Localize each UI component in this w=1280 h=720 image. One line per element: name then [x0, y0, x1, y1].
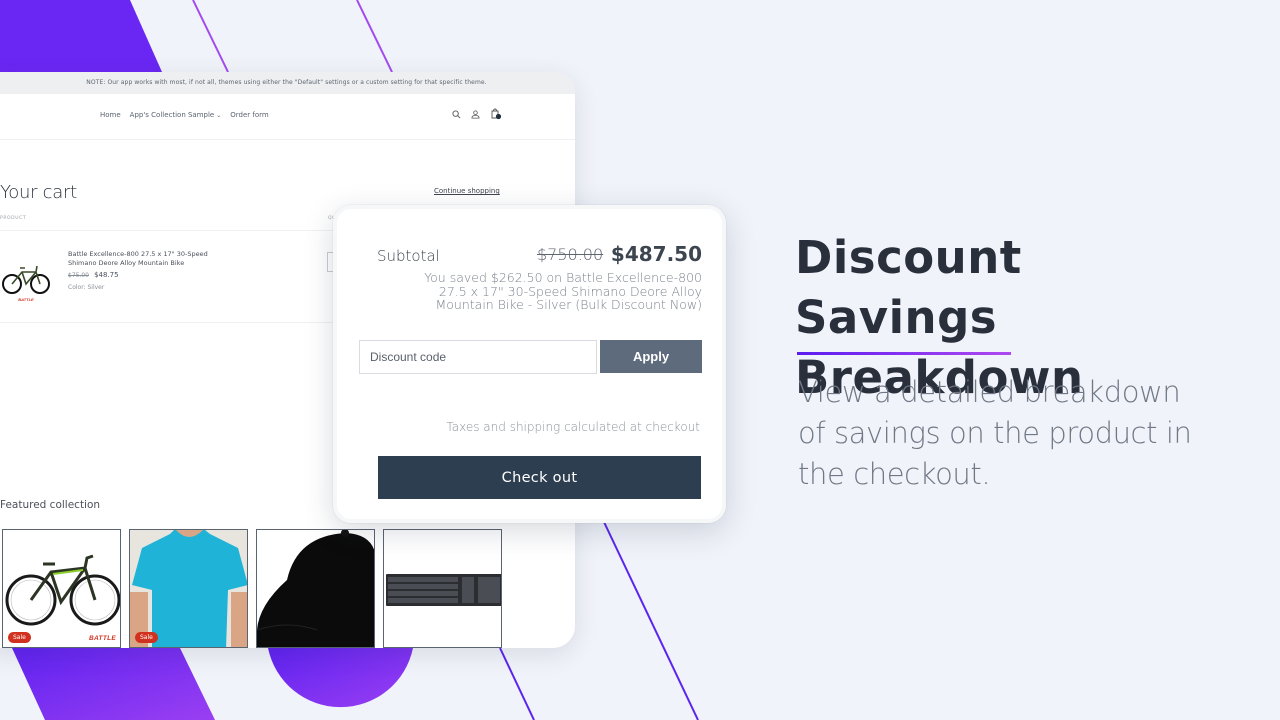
svg-text:BATTLE: BATTLE — [18, 297, 34, 302]
search-icon[interactable] — [452, 109, 461, 119]
featured-collection-title: Featured collection — [0, 499, 101, 511]
product-card-cap[interactable] — [256, 529, 375, 648]
cart-item-price: $48.75 — [94, 271, 119, 279]
product-card-tshirt[interactable]: Sale — [129, 529, 248, 648]
checkout-button[interactable]: Check out — [378, 456, 701, 499]
cart-item-details: Battle Excellence-800 27.5 x 17" 30-Spee… — [68, 250, 208, 292]
chevron-down-icon: ⌄ — [216, 112, 222, 119]
accent-line — [499, 647, 535, 720]
savings-note: You saved $262.50 on Battle Excellence-8… — [424, 270, 702, 312]
sale-badge: Sale — [8, 632, 31, 643]
cart-item-variant: Color: Silver — [68, 283, 105, 291]
cart-title: Your cart — [0, 182, 77, 203]
store-nav: Home App's Collection Sample ⌄ Order form — [0, 94, 575, 140]
purple-band-bottom — [12, 648, 215, 720]
cart-item-image[interactable]: BATTLE — [0, 252, 52, 304]
subtotal-popup: Subtotal $750.00 $487.50 You saved $262.… — [333, 205, 726, 523]
column-header-product: PRODUCT — [0, 216, 27, 221]
product-card-bike[interactable]: Sale BATTLE — [2, 529, 121, 648]
nav-link-collection[interactable]: App's Collection Sample ⌄ — [130, 111, 222, 119]
subtotal-label: Subtotal — [377, 247, 440, 265]
brand-logo: BATTLE — [89, 635, 116, 642]
nav-link-collection-label: App's Collection Sample — [129, 111, 215, 119]
cart-item-old-price: $75.00 — [68, 272, 89, 279]
account-icon[interactable] — [471, 109, 480, 119]
discount-code-input[interactable] — [359, 340, 597, 374]
cart-icon[interactable] — [490, 108, 502, 120]
cart-item-name[interactable]: Battle Excellence-800 27.5 x 17" 30-Spee… — [68, 250, 208, 267]
original-total: $750.00 — [537, 245, 604, 264]
sale-badge: Sale — [135, 632, 158, 643]
continue-shopping-link[interactable]: Continue shopping — [434, 187, 500, 195]
accent-line — [655, 648, 695, 720]
featured-products: Sale BATTLE Sale — [2, 529, 502, 648]
product-card-keyboard[interactable] — [383, 529, 502, 648]
purple-circle — [268, 648, 413, 708]
accent-line — [192, 0, 229, 73]
accent-line — [603, 521, 699, 720]
nav-link-home[interactable]: Home — [100, 111, 121, 119]
accent-line — [356, 0, 393, 73]
apply-button[interactable]: Apply — [600, 340, 702, 373]
hero-description: View a detailed breakdown of savings on … — [798, 375, 1192, 491]
nav-link-order-form[interactable]: Order form — [230, 111, 268, 119]
discounted-total: $487.50 — [610, 242, 702, 266]
title-underline — [797, 352, 1011, 355]
theme-notice-bar: NOTE: Our app works with most, if not al… — [0, 72, 575, 94]
purple-band-top — [0, 0, 162, 72]
tax-note: Taxes and shipping calculated at checkou… — [446, 420, 700, 434]
